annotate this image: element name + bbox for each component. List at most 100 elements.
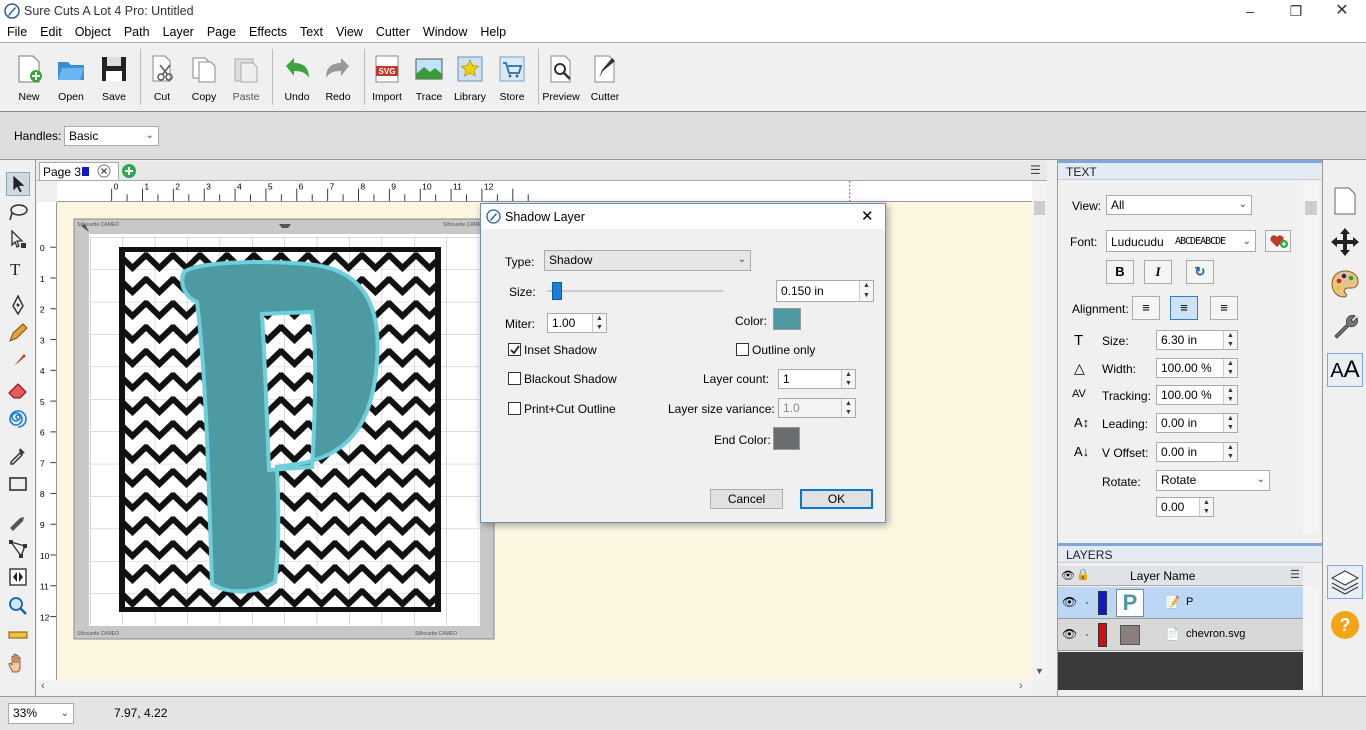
spinner-icon[interactable]: ▲ ▼: [841, 370, 855, 388]
handles-select[interactable]: Basic ⌄: [64, 126, 159, 146]
node-edit-icon[interactable]: [6, 228, 30, 252]
wrench-icon[interactable]: [1329, 310, 1361, 342]
spinner-icon[interactable]: ▲ ▼: [1223, 443, 1237, 461]
inset-shadow-checkbox[interactable]: [508, 343, 521, 356]
ok-button[interactable]: OK: [800, 489, 873, 509]
scroll-left-icon[interactable]: ‹: [41, 680, 45, 692]
size-slider-track[interactable]: [547, 282, 723, 300]
width-input[interactable]: 100.00 % ▲ ▼: [1156, 358, 1238, 378]
align-center-button[interactable]: ≡: [1170, 296, 1198, 320]
font-select[interactable]: Luducudu ABCDEABCDE ⌄: [1106, 230, 1256, 252]
open-button[interactable]: Open: [50, 51, 92, 111]
view-select[interactable]: All ⌄: [1106, 195, 1252, 215]
text-panel-toggle-icon[interactable]: AA: [1327, 353, 1363, 387]
size-input[interactable]: 6.30 in ▲ ▼: [1156, 330, 1238, 350]
voffset-input[interactable]: 0.00 in ▲ ▼: [1156, 442, 1238, 462]
lock-dot-icon[interactable]: ·: [1085, 627, 1089, 641]
text-panel-scrollbar[interactable]: [1303, 183, 1319, 533]
undo-button[interactable]: Undo: [276, 51, 318, 111]
leading-input[interactable]: 0.00 in ▲ ▼: [1156, 413, 1238, 433]
canvas-horizontal-scrollbar[interactable]: ‹ ›: [37, 680, 1032, 694]
move-arrows-icon[interactable]: [1329, 226, 1361, 258]
layer-row[interactable]: 👁 · 📄 chevron.svg: [1058, 619, 1303, 651]
store-button[interactable]: Store: [491, 51, 533, 111]
print-cut-outline-checkbox[interactable]: [508, 402, 521, 415]
canvas-vertical-scrollbar[interactable]: ▼: [1032, 181, 1047, 680]
layers-scrollbar[interactable]: [1303, 587, 1319, 690]
measure-ruler-icon[interactable]: [6, 623, 30, 647]
pencil-icon[interactable]: [6, 321, 30, 345]
spiral-icon[interactable]: [6, 407, 30, 431]
library-button[interactable]: Library: [449, 51, 491, 111]
restore-button[interactable]: ❐: [1273, 0, 1319, 22]
lock-icon[interactable]: 🔒: [1076, 568, 1090, 581]
menu-effects[interactable]: Effects: [242, 22, 293, 39]
align-left-button[interactable]: ≡: [1132, 296, 1160, 320]
trace-button[interactable]: Trace: [408, 51, 450, 111]
paste-button[interactable]: Paste: [225, 51, 267, 111]
menu-object[interactable]: Object: [68, 22, 117, 39]
rectangle-tool-icon[interactable]: [6, 472, 30, 496]
scroll-right-icon[interactable]: ›: [1019, 680, 1023, 692]
type-select[interactable]: Shadow ⌄: [544, 250, 751, 271]
text-tool-icon[interactable]: T: [6, 257, 30, 281]
help-icon[interactable]: ?: [1330, 610, 1360, 640]
eyedropper-icon[interactable]: [6, 443, 30, 467]
preview-button[interactable]: Preview: [540, 51, 582, 111]
spinner-icon[interactable]: ▲ ▼: [1223, 331, 1237, 349]
rotate-amount-input[interactable]: 0.00 ▲ ▼: [1156, 497, 1214, 517]
visibility-eye-icon[interactable]: 👁: [1061, 569, 1075, 582]
select-arrow-icon[interactable]: [6, 172, 30, 196]
menu-page[interactable]: Page: [200, 22, 242, 39]
scroll-down-icon[interactable]: ▼: [1035, 666, 1044, 676]
rotate-text-button[interactable]: ↻: [1186, 260, 1214, 284]
lasso-icon[interactable]: [6, 200, 30, 224]
spinner-icon[interactable]: ▲ ▼: [1223, 414, 1237, 432]
menu-view[interactable]: View: [329, 22, 369, 39]
redo-button[interactable]: Redo: [317, 51, 359, 111]
spinner-icon[interactable]: ▲ ▼: [592, 314, 606, 332]
tracking-input[interactable]: 100.00 % ▲ ▼: [1156, 385, 1238, 405]
save-button[interactable]: Save: [93, 51, 135, 111]
favorite-font-icon[interactable]: [1265, 230, 1291, 252]
spinner-icon[interactable]: ▲ ▼: [1223, 359, 1237, 377]
cutter-button[interactable]: Cutter: [584, 51, 626, 111]
scroll-thumb[interactable]: [1305, 201, 1317, 215]
menu-cutter[interactable]: Cutter: [369, 22, 416, 39]
spinner-icon[interactable]: ▲ ▼: [841, 399, 855, 417]
cancel-button[interactable]: Cancel: [710, 489, 783, 509]
transform-nodes-icon[interactable]: [6, 537, 30, 561]
size-slider-thumb[interactable]: [551, 282, 562, 300]
layer-color-swatch[interactable]: [1098, 623, 1107, 647]
outline-only-checkbox[interactable]: [736, 343, 749, 356]
import-button[interactable]: SVG Import: [366, 51, 408, 111]
layers-panel-icon[interactable]: [1327, 565, 1363, 599]
menu-text[interactable]: Text: [293, 22, 329, 39]
zoom-icon[interactable]: [6, 594, 30, 618]
end-color-swatch[interactable]: [773, 427, 800, 450]
align-right-button[interactable]: ≡: [1210, 296, 1238, 320]
add-page-icon[interactable]: [121, 163, 137, 179]
pen-tool-icon[interactable]: [6, 293, 30, 317]
spinner-icon[interactable]: ▲ ▼: [859, 281, 873, 301]
knife-icon[interactable]: [6, 508, 30, 532]
dialog-close-icon[interactable]: ✕: [861, 207, 874, 225]
spinner-icon[interactable]: ▲ ▼: [1223, 386, 1237, 404]
new-button[interactable]: New: [8, 51, 50, 111]
spinner-icon[interactable]: ▲ ▼: [1199, 498, 1213, 516]
rotate-select[interactable]: Rotate ⌄: [1156, 470, 1270, 491]
layer-size-variance-input[interactable]: 1.0 ▲ ▼: [778, 398, 856, 418]
brush-icon[interactable]: [6, 350, 30, 374]
menu-path[interactable]: Path: [117, 22, 156, 39]
zoom-select[interactable]: 33% ⌄: [8, 703, 74, 724]
cut-button[interactable]: Cut: [141, 51, 183, 111]
close-page-icon[interactable]: [97, 164, 111, 178]
blackout-shadow-checkbox[interactable]: [508, 372, 521, 385]
panel-menu-icon[interactable]: ☰: [1030, 163, 1041, 177]
minimize-button[interactable]: –: [1227, 0, 1273, 22]
menu-help[interactable]: Help: [473, 22, 512, 39]
eraser-icon[interactable]: [6, 378, 30, 402]
menu-edit[interactable]: Edit: [33, 22, 68, 39]
visibility-eye-icon[interactable]: 👁: [1062, 627, 1077, 641]
size-input[interactable]: 0.150 in ▲ ▼: [776, 280, 874, 302]
